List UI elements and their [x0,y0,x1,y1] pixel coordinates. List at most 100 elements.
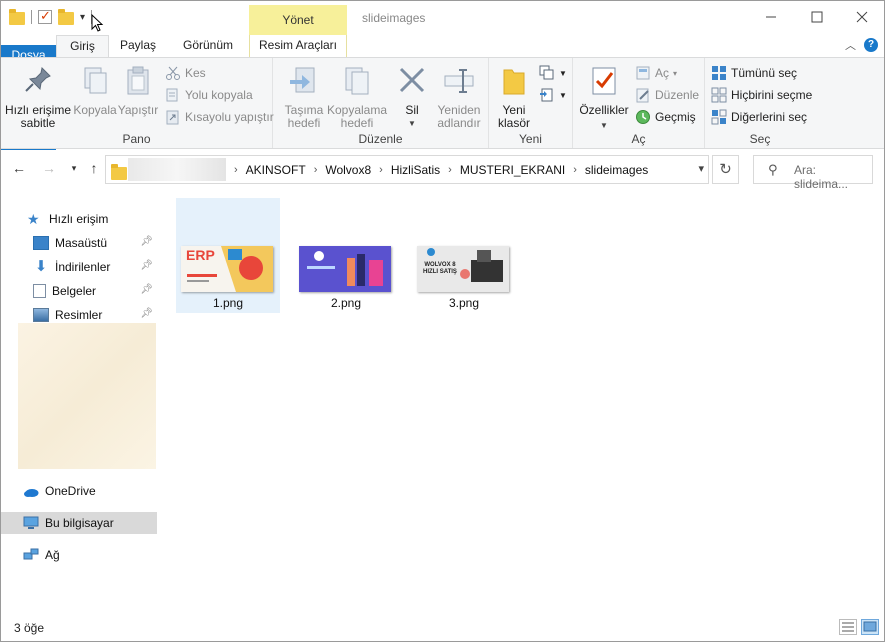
breadcrumb-item[interactable]: Wolvox8 [319,163,377,177]
group-open: Özellikler ▼ Aç ▾ Düzenle Geçmiş Aç [573,58,705,148]
address-bar[interactable]: › AKINSOFT › Wolvox8 › HizliSatis › MUST… [105,155,709,184]
new-folder-icon [503,69,525,95]
network-icon [23,548,39,562]
status-bar: 3 öğe [1,613,884,641]
mouse-cursor-icon [91,14,104,32]
select-none-icon [711,87,727,103]
breadcrumb-item[interactable]: slideimages [579,163,654,177]
paste-button[interactable]: Yapıştır [117,62,159,117]
nav-label: OneDrive [45,484,96,498]
delete-button[interactable]: Sil ▼ [393,62,431,130]
edit-icon [636,88,649,103]
nav-item-onedrive[interactable]: OneDrive [23,480,157,502]
nav-label: Hızlı erişim [49,212,109,226]
new-folder-icon[interactable] [58,9,74,25]
tab-home[interactable]: Giriş [56,35,109,57]
refresh-icon[interactable]: ↻ [712,155,739,184]
copy-to-button[interactable]: Kopyalama hedefi [325,62,389,130]
manage-label: Yönet [282,13,314,27]
new-item-button[interactable]: ▼ [539,64,567,82]
paste-label: Yapıştır [117,103,159,117]
copy-label: Kopyala [73,103,117,117]
rename-button[interactable]: Yeniden adlandır [433,62,485,130]
breadcrumb-item[interactable]: HizliSatis [385,163,446,177]
thumbnail-image [299,246,391,292]
file-item[interactable]: WOLVOX 8 HIZLI SATIŞ 3.png [412,198,516,313]
cut-button[interactable]: Kes [165,64,206,82]
large-icons-view-icon[interactable] [861,619,879,635]
breadcrumb-separator: › [573,164,577,176]
edit-label: Düzenle [655,88,700,102]
nav-item-desktop[interactable]: Masaüstü 📌︎ [33,232,157,254]
properties-button[interactable]: Özellikler ▼ [577,62,631,132]
tab-picture-tools[interactable]: Resim Araçları [249,35,347,57]
file-item[interactable]: ERP 1.png [176,198,280,313]
forward-arrow-icon[interactable]: → [39,160,59,178]
collapse-ribbon-icon[interactable]: ︿ [845,37,856,53]
thumbnail-text: WOLVOX 8 HIZLI SATIŞ [423,262,457,275]
nav-item-this-pc[interactable]: Bu bilgisayar [1,512,157,534]
computer-icon [23,516,39,530]
nav-item-downloads[interactable]: ⬇ İndirilenler 📌︎ [33,256,157,278]
minimize-button[interactable] [748,1,794,33]
select-none-button[interactable]: Hiçbirini seçme [711,86,812,104]
select-all-button[interactable]: Tümünü seç [711,64,797,82]
cut-label: Kes [185,66,206,80]
edit-button[interactable]: Düzenle [635,86,699,104]
pin-quick-access-button[interactable]: Hızlı erişime sabitle [5,62,71,130]
select-none-label: Hiçbirini seçme [731,88,813,102]
documents-icon [33,284,46,298]
delete-x-icon [399,67,425,93]
thumbnail-text: ERP [186,247,215,263]
copy-path-button[interactable]: Yolu kopyala [165,86,253,104]
rename-icon [444,69,474,93]
up-arrow-icon[interactable]: ↑ [84,160,104,178]
new-item-dropdown-icon: ▼ [559,68,567,78]
breadcrumb-item[interactable]: AKINSOFT [240,163,312,177]
address-dropdown-icon[interactable]: ▾ [698,162,704,175]
delete-dropdown-icon[interactable]: ▼ [393,117,431,130]
paste-shortcut-label: Kısayolu yapıştır [185,110,274,124]
nav-item-documents[interactable]: Belgeler 📌︎ [33,280,157,302]
copy-to-icon [345,67,369,95]
window-title: slideimages [362,11,426,25]
open-button[interactable]: Aç ▾ [635,64,677,82]
cloud-icon [23,484,39,498]
breadcrumb-separator: › [313,164,318,176]
help-icon[interactable]: ? [864,38,878,52]
pictures-icon [33,308,49,322]
nav-item-network[interactable]: Ağ [23,544,157,566]
invert-selection-button[interactable]: Diğerlerini seç [711,108,807,126]
details-view-icon[interactable] [839,619,857,635]
file-name: 3.png [448,296,480,310]
maximize-button[interactable] [794,1,840,33]
customize-qat-icon[interactable]: ▾ [80,12,85,23]
back-arrow-icon[interactable]: ← [9,160,29,178]
paste-shortcut-button[interactable]: Kısayolu yapıştır [165,108,274,126]
properties-icon[interactable] [38,8,52,24]
breadcrumb: › AKINSOFT › Wolvox8 › HizliSatis › MUST… [232,163,654,177]
easy-access-button[interactable]: ▼ [539,86,567,104]
move-to-button[interactable]: Taşıma hedefi [277,62,331,130]
nav-item-quick-access[interactable]: ★ Hızlı erişim [27,208,157,230]
file-item[interactable]: 2.png [294,198,398,313]
properties-dropdown-icon[interactable]: ▼ [577,119,631,132]
group-label-open: Aç [631,132,646,146]
tab-view[interactable]: Görünüm [167,35,249,57]
properties-label: Özellikler [579,103,629,117]
group-label-select: Seç [749,132,771,146]
search-input[interactable]: ⚲ Ara: slideima... [753,155,873,191]
recent-locations-icon[interactable]: ▾ [64,163,84,181]
new-item-icon [539,65,554,80]
ribbon: Hızlı erişime sabitle Kopyala Yapıştır K… [1,57,884,149]
group-new: Yeni klasör ▼ ▼ Yeni [489,58,573,148]
new-folder-button[interactable]: Yeni klasör [493,62,535,130]
copy-button[interactable]: Kopyala [73,62,117,117]
invert-selection-icon [711,109,727,125]
history-button[interactable]: Geçmiş [635,108,696,126]
new-folder-label: Yeni klasör [497,103,530,130]
tab-share[interactable]: Paylaş [109,35,167,57]
pin-icon [25,66,51,92]
close-button[interactable] [839,1,885,33]
breadcrumb-item[interactable]: MUSTERI_EKRANI [454,163,571,177]
